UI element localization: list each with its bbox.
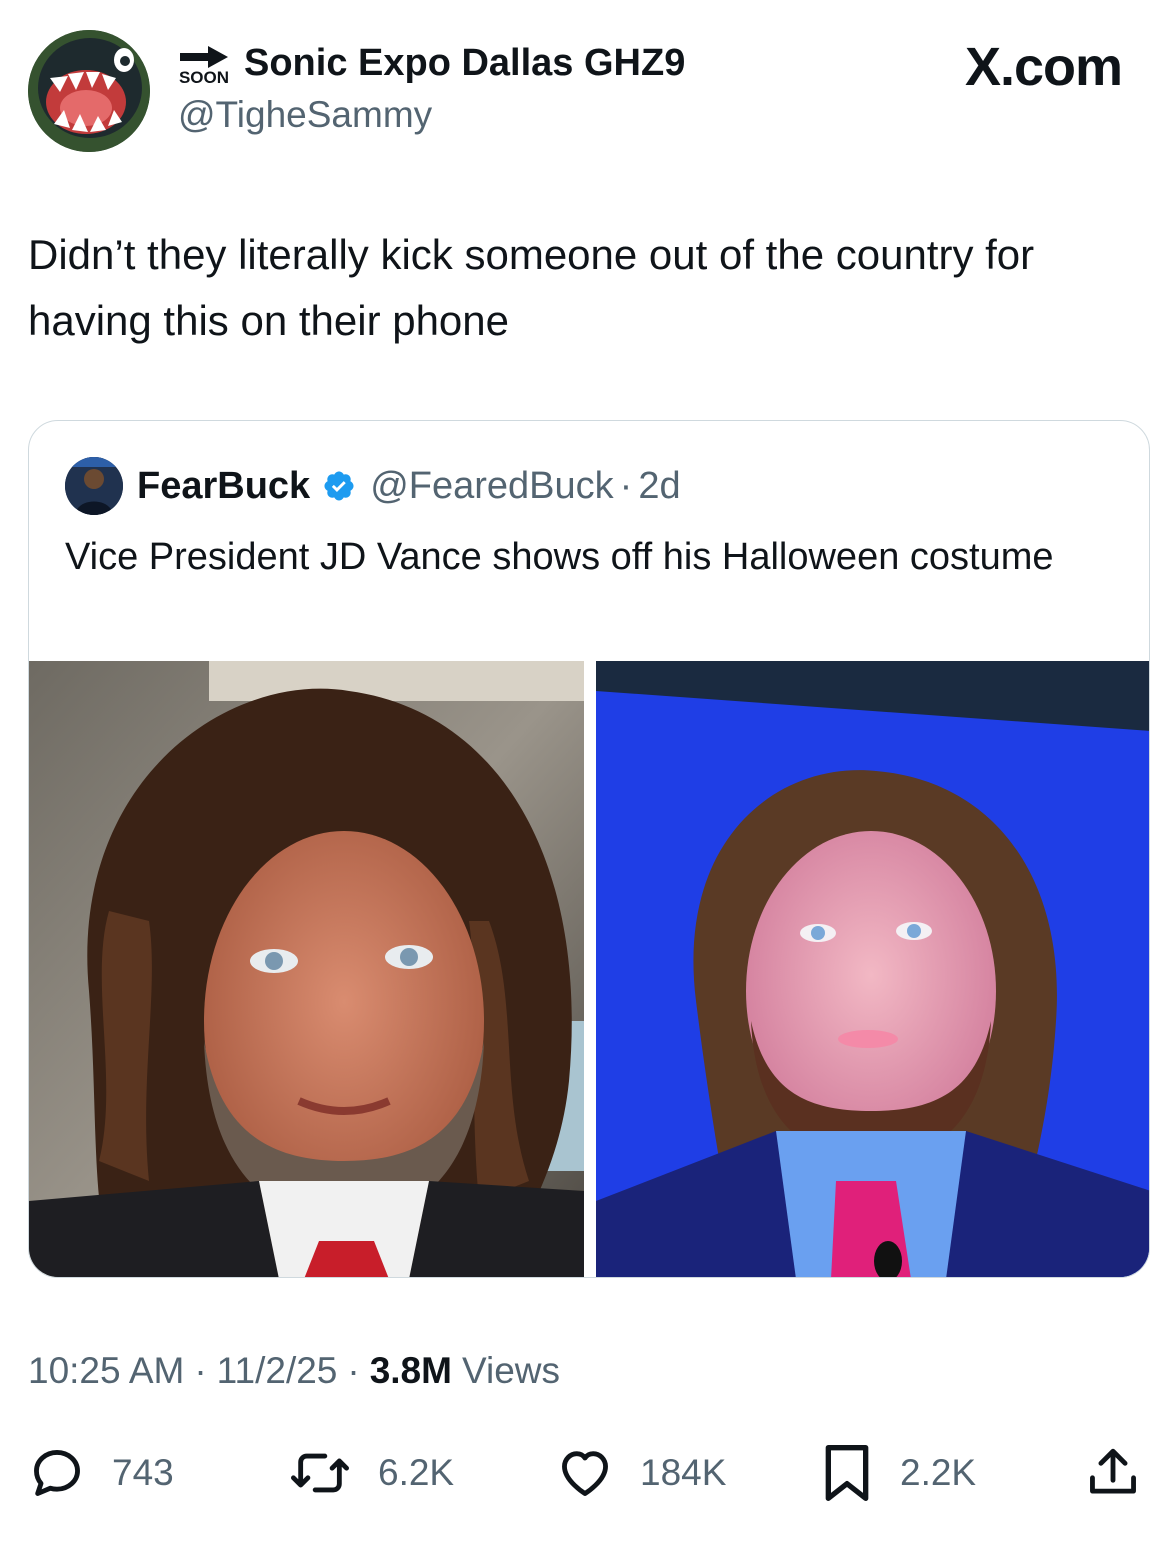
quoted-image-left[interactable] <box>29 661 584 1277</box>
quoted-separator: · <box>619 465 633 507</box>
reply-icon <box>34 1450 80 1496</box>
meta-separator: · <box>347 1350 360 1391</box>
author-avatar[interactable] <box>28 30 150 152</box>
tweet-header: SOON Sonic Expo Dallas GHZ9 @TigheSammy … <box>0 0 1174 170</box>
like-count: 184K <box>640 1452 727 1493</box>
chain-chomp-avatar-icon <box>28 30 150 152</box>
reply-count: 743 <box>112 1452 174 1493</box>
action-bar: 743 6.2K 184K 2.2K <box>0 1440 1174 1510</box>
tweet-text: Didn’t they literally kick someone out o… <box>28 231 1035 344</box>
share-button[interactable] <box>1084 1440 1168 1506</box>
bookmark-icon <box>825 1445 869 1501</box>
quoted-tweet[interactable]: FearBuck @FearedBuck · 2d Vice President… <box>28 420 1150 1278</box>
verified-badge-icon <box>322 469 356 503</box>
like-button[interactable]: 184K <box>556 1440 726 1506</box>
author-handle[interactable]: @TigheSammy <box>178 94 432 136</box>
quoted-age[interactable]: 2d <box>638 461 680 511</box>
quoted-display-name[interactable]: FearBuck <box>137 461 310 511</box>
selfie-photo <box>29 661 584 1277</box>
repost-button[interactable]: 6.2K <box>288 1440 454 1506</box>
soon-badge-text: SOON <box>178 68 230 87</box>
reply-button[interactable]: 743 <box>28 1440 174 1506</box>
site-watermark: X.com <box>964 36 1123 98</box>
repost-icon <box>290 1453 349 1493</box>
bookmark-button[interactable]: 2.2K <box>820 1440 976 1506</box>
tweet-date[interactable]: 11/2/25 <box>217 1350 338 1392</box>
soon-badge: SOON <box>178 46 230 86</box>
arrow-right-icon <box>180 46 228 68</box>
quoted-image-right[interactable] <box>596 661 1149 1277</box>
quoted-author-avatar[interactable] <box>65 457 123 515</box>
views-label: Views <box>461 1350 560 1391</box>
meta-separator: · <box>194 1350 207 1391</box>
tweet-time[interactable]: 10:25 AM <box>28 1350 184 1392</box>
tweet-meta: 10:25 AM · 11/2/25 · 3.8M Views <box>28 1350 560 1392</box>
site-name: X.com <box>964 37 1123 97</box>
repost-count: 6.2K <box>378 1452 455 1493</box>
views-count: 3.8M <box>369 1350 452 1391</box>
quoted-handle[interactable]: @FearedBuck <box>370 461 613 511</box>
heart-icon <box>562 1451 608 1496</box>
tv-photo <box>596 661 1149 1277</box>
author-display-name[interactable]: Sonic Expo Dallas GHZ9 <box>244 40 685 86</box>
share-icon <box>1090 1448 1136 1494</box>
quoted-text: Vice President JD Vance shows off his Ha… <box>65 536 1054 578</box>
bookmark-count: 2.2K <box>900 1452 977 1493</box>
person-avatar-icon <box>65 457 123 515</box>
